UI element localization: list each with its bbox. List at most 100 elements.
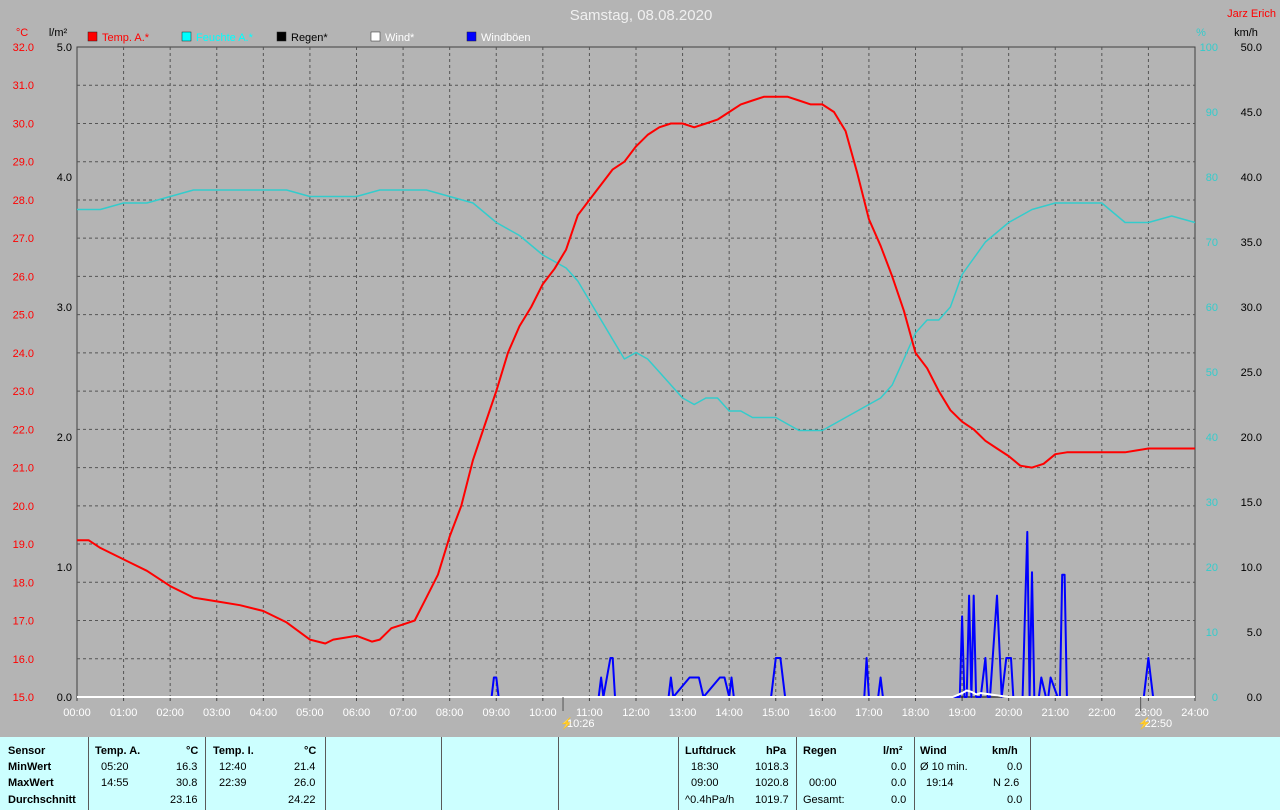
rain-tick-label: 1.0 [57,562,72,574]
temp-a-average: 23.16 [170,794,198,806]
wind-max-value: N 2.6 [993,777,1020,789]
temp-a-min-value: 16.3 [176,761,198,773]
temp-tick-label: 30.0 [13,118,34,130]
pressure-max-value: 1020.8 [755,777,789,789]
temp-tick-label: 28.0 [13,195,34,207]
temp-tick-label: 19.0 [13,539,34,551]
legend-label: Wind* [385,32,415,44]
x-tick-label: 08:00 [436,707,464,719]
row-label-max: MaxWert [8,777,54,789]
wind-tick-label: 5.0 [1247,627,1262,639]
humidity-tick-label: 10 [1206,627,1218,639]
humidity-tick-label: 20 [1206,562,1218,574]
x-tick-label: 04:00 [250,707,278,719]
x-tick-label: 01:00 [110,707,138,719]
separator [914,737,915,810]
temp-tick-label: 15.0 [13,692,34,704]
event-marker-label: 22:50 [1145,718,1173,730]
pressure-unit: hPa [766,745,787,757]
wind-unit-label: km/h [1234,27,1258,39]
temp-tick-label: 26.0 [13,271,34,283]
separator [558,737,559,810]
humidity-tick-label: 80 [1206,172,1218,184]
temp-tick-label: 29.0 [13,157,34,169]
pressure-trend-label: ^0.4hPa/h [685,794,735,806]
legend-swatch [466,31,477,42]
wind-tick-label: 35.0 [1241,237,1262,249]
chart-axes: 32.0 31.0 30.0 29.0 28.0 27.0 26.0 25.0 24.0 23.0… [13,27,1262,719]
legend-label: Windböen [481,32,531,44]
rain-tick-label: 2.0 [57,432,72,444]
humidity-tick-label: 70 [1206,237,1218,249]
legend-swatch [181,31,192,42]
temp-tick-label: 22.0 [13,424,34,436]
legend-swatch [87,31,98,42]
temp-tick-label: 17.0 [13,616,34,628]
x-tick-label: 16:00 [809,707,837,719]
pressure-max-time: 09:00 [691,777,719,789]
chart-labels: Samstag, 08.08.2020 Jarz Erich Temp. A.* Fe… [87,7,1276,730]
x-tick-label: 02:00 [156,707,184,719]
x-tick-label: 18:00 [902,707,930,719]
wind-tick-label: 10.0 [1241,562,1262,574]
x-tick-label: 06:00 [343,707,371,719]
temp-a-unit: °C [186,745,199,757]
rain-max-value: 0.0 [891,777,907,789]
temp-a-max-time: 14:55 [101,777,129,789]
weather-chart: 32.0 31.0 30.0 29.0 28.0 27.0 26.0 25.0 24.0 23.0… [13,7,1276,730]
wind-tick-label: 30.0 [1241,302,1262,314]
x-tick-label: 00:00 [63,707,91,719]
x-tick-label: 03:00 [203,707,231,719]
pressure-trend-value: 1019.7 [755,794,789,806]
humidity-tick-label: 0 [1212,692,1218,704]
humidity-unit-label: % [1196,27,1206,39]
temp-tick-label: 32.0 [13,42,34,54]
separator [88,737,89,810]
statistics-panel: Sensor MinWert MaxWert Durchschnitt Temp… [0,737,1280,810]
legend-swatch [276,31,287,42]
wind-avg-label: Ø 10 min. [920,761,968,773]
rain-total-label: Gesamt: [803,794,845,806]
x-tick-label: 22:00 [1088,707,1116,719]
separator [325,737,326,810]
temp-i-unit: °C [304,745,317,757]
legend-label: Temp. A.* [102,32,150,44]
temp-tick-label: 23.0 [13,386,34,398]
pressure-header: Luftdruck [685,745,736,757]
separator [796,737,797,810]
legend-label: Feuchte A.* [196,32,254,44]
separator [1030,737,1031,810]
humidity-tick-label: 60 [1206,302,1218,314]
wind-row3-value: 0.0 [1007,794,1023,806]
wind-tick-label: 20.0 [1241,432,1262,444]
x-tick-label: 20:00 [995,707,1023,719]
wind-max-time: 19:14 [926,777,954,789]
legend-swatch [370,31,381,42]
wind-tick-label: 45.0 [1241,107,1262,119]
rain-tick-label: 4.0 [57,172,72,184]
humidity-tick-label: 90 [1206,107,1218,119]
row-label-avg: Durchschnitt [8,794,76,806]
separator [441,737,442,810]
temp-tick-label: 24.0 [13,348,34,360]
temp-a-min-time: 05:20 [101,761,129,773]
x-tick-label: 12:00 [622,707,650,719]
temp-tick-label: 20.0 [13,501,34,513]
temp-i-max-value: 26.0 [294,777,316,789]
rain-row1-value: 0.0 [891,761,907,773]
x-tick-label: 15:00 [762,707,790,719]
humidity-tick-label: 40 [1206,432,1218,444]
temp-tick-label: 21.0 [13,463,34,475]
rain-header: Regen [803,745,837,757]
wind-tick-label: 25.0 [1241,367,1262,379]
x-tick-label: 10:00 [529,707,557,719]
temp-a-header: Temp. A. [95,745,141,757]
humidity-line [77,189,1196,432]
rain-tick-label: 0.0 [57,692,72,704]
temp-i-header: Temp. I. [213,745,254,757]
wind-tick-label: 40.0 [1241,172,1262,184]
x-tick-label: 07:00 [389,707,417,719]
x-tick-label: 24:00 [1181,707,1209,719]
wind-avg-value: 0.0 [1007,761,1023,773]
row-label-min: MinWert [8,761,52,773]
